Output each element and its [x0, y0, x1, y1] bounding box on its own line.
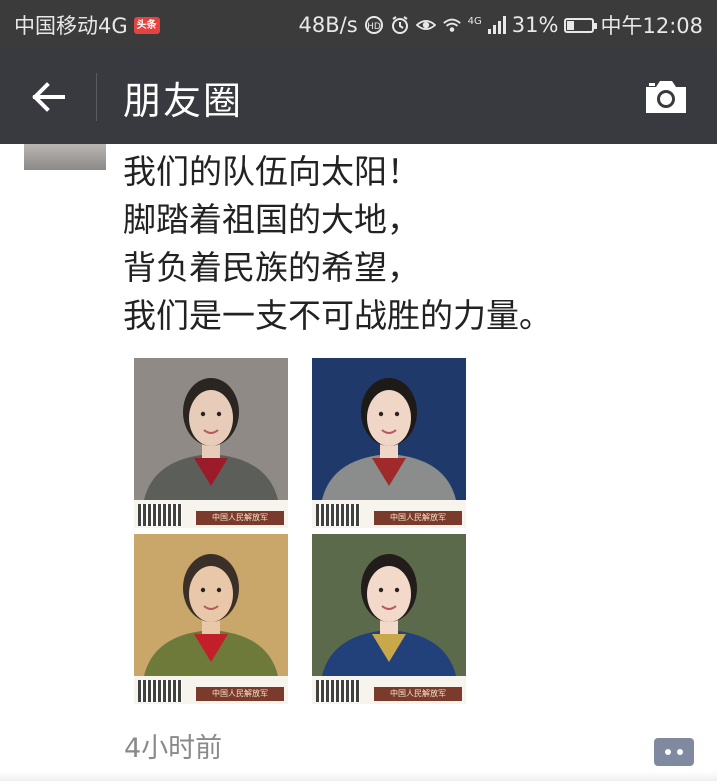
portrait-image [312, 534, 466, 676]
back-button[interactable] [0, 50, 96, 144]
carrier-label: 中国移动4G [14, 14, 128, 38]
page-title: 朋友圈 [123, 78, 244, 123]
portrait-image [134, 534, 288, 676]
battery-icon [564, 17, 598, 33]
post-line: 我们的队伍向太阳！ [123, 152, 420, 191]
portrait-eye [378, 411, 384, 417]
portrait-eye [394, 411, 400, 417]
comment-dots-icon [665, 749, 671, 755]
header-divider [96, 73, 97, 121]
clock: 中午12:08 [600, 14, 703, 38]
status-bar: 中国移动4G 头条 48B/s HD 4G 31% 中午12:08 [0, 0, 717, 50]
svg-text:HD: HD [367, 22, 381, 32]
post-timestamp: 4小时前 [124, 733, 223, 764]
portrait-face [367, 390, 411, 446]
portrait-eye [378, 587, 384, 593]
moments-header: 朋友圈 [0, 50, 717, 144]
portrait-face [189, 390, 233, 446]
net-speed: 48B/s [298, 13, 358, 37]
camera-button[interactable] [641, 77, 691, 117]
portrait-eye [394, 587, 400, 593]
qr-code-icon [138, 680, 182, 702]
photo-caption: 中国人民解放军 [374, 687, 462, 701]
comment-button[interactable] [654, 738, 694, 766]
previous-post-image[interactable] [24, 144, 106, 170]
post-line: 我们是一支不可战胜的力量。 [123, 296, 552, 335]
hd-icon: HD [364, 15, 384, 35]
wifi-icon [442, 15, 462, 35]
arrow-left-icon [32, 82, 65, 112]
bottom-edge [0, 771, 717, 781]
photo-thumbnail[interactable]: 中国人民解放军 [312, 358, 466, 528]
portrait-eye [200, 411, 206, 417]
eye-icon [415, 15, 436, 35]
portrait-image [134, 358, 288, 500]
photo-thumbnail[interactable]: 中国人民解放军 [312, 534, 466, 704]
portrait-image [312, 358, 466, 500]
post-text: 我们的队伍向太阳！ 脚踏着祖国的大地， 背负着民族的希望， 我们是一支不可战胜的… [123, 148, 683, 340]
portrait-face [189, 566, 233, 622]
portrait-eye [216, 587, 222, 593]
photo-thumbnail[interactable]: 中国人民解放军 [134, 534, 288, 704]
photo-caption: 中国人民解放军 [196, 687, 284, 701]
comment-dots-icon [677, 749, 683, 755]
post-line: 背负着民族的希望， [123, 248, 420, 287]
photo-caption: 中国人民解放军 [374, 511, 462, 525]
signal-icon [487, 16, 506, 34]
qr-code-icon [316, 680, 360, 702]
portrait-face [367, 566, 411, 622]
photo-thumbnail[interactable]: 中国人民解放军 [134, 358, 288, 528]
qr-code-icon [316, 504, 360, 526]
alarm-icon [390, 15, 410, 35]
photo-caption: 中国人民解放军 [196, 511, 284, 525]
qr-code-icon [138, 504, 182, 526]
battery-percent: 31% [511, 13, 559, 37]
post-line: 脚踏着祖国的大地， [123, 200, 420, 239]
network-type: 4G [467, 16, 482, 27]
photo-grid: 中国人民解放军 中国人民解放军 中国人民解放军 中国人民解放军 [134, 358, 468, 704]
news-badge-icon: 头条 [133, 16, 160, 34]
camera-icon [646, 81, 686, 113]
portrait-eye [200, 587, 206, 593]
portrait-eye [216, 411, 222, 417]
